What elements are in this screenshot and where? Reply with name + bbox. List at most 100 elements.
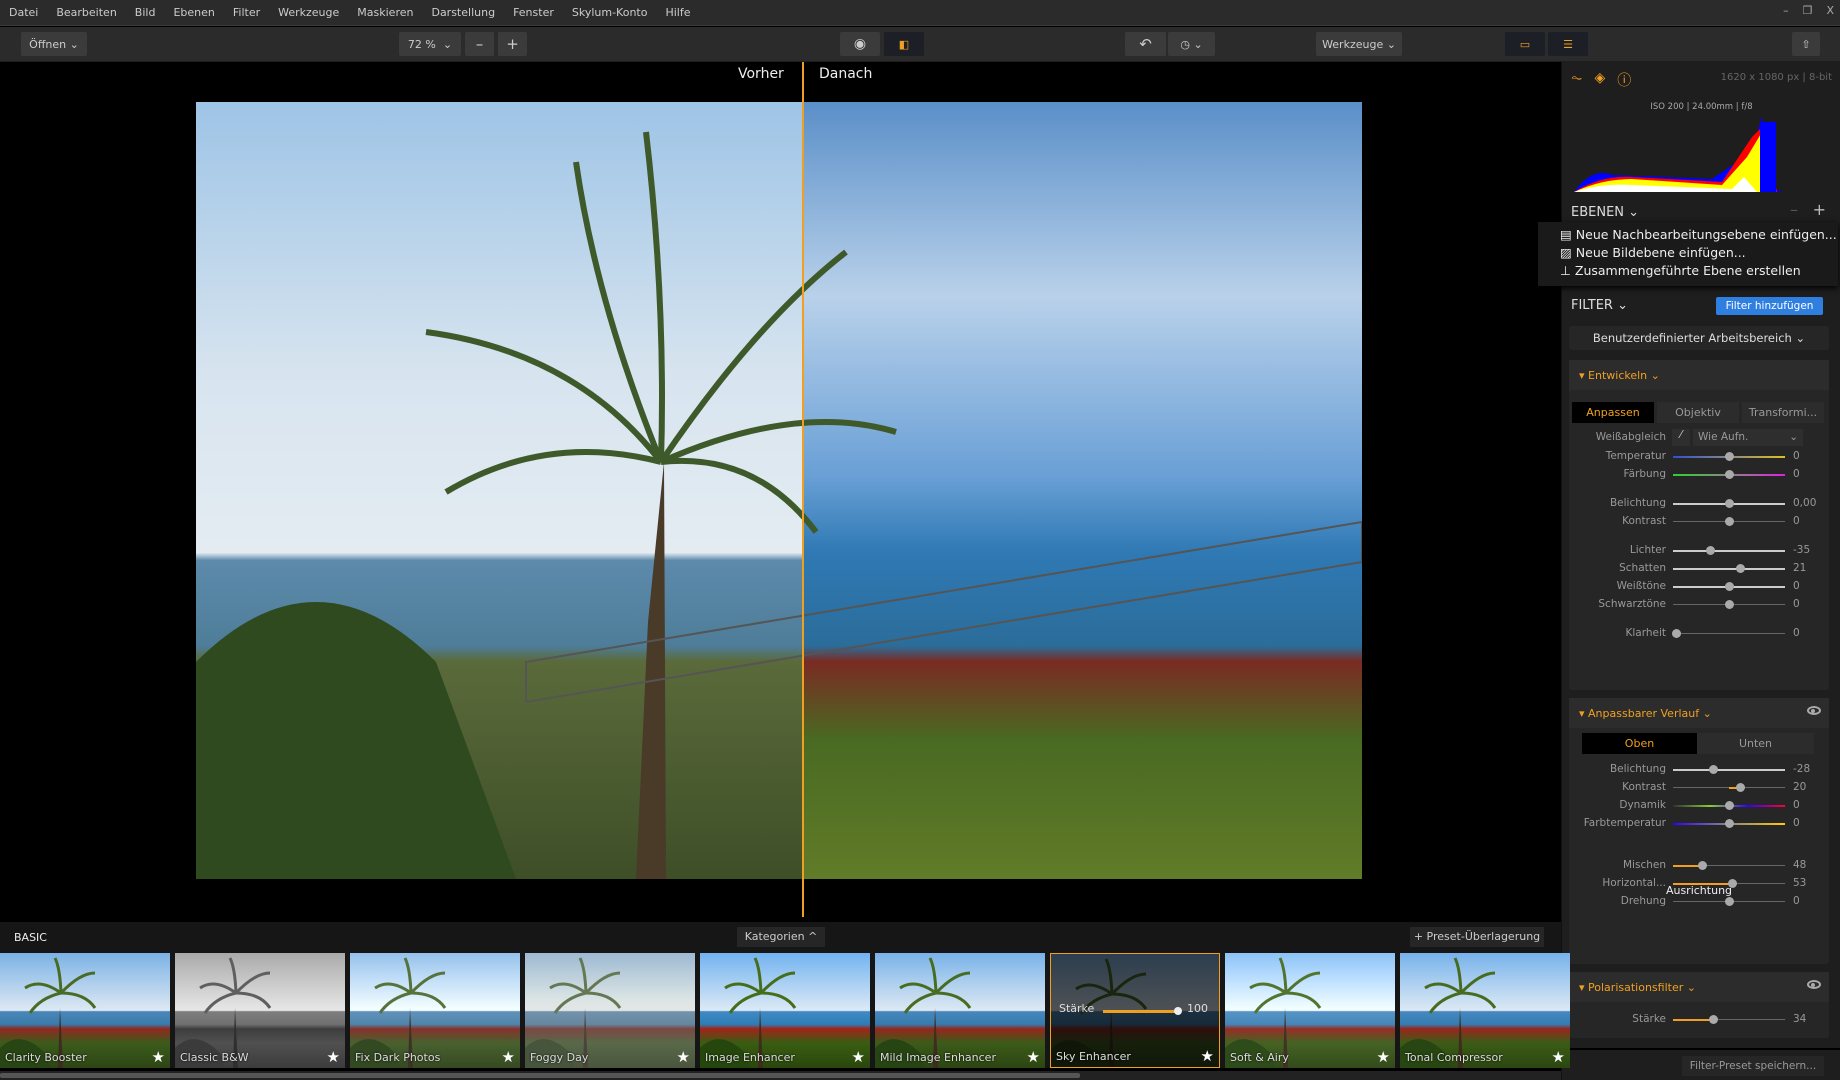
categories-button[interactable]: Kategorien ^ bbox=[737, 927, 825, 947]
preset-overlay-button[interactable]: + Preset-Überlagerung bbox=[1410, 927, 1544, 947]
preset-thumbnail[interactable]: Clarity Booster ★ bbox=[0, 953, 170, 1068]
tab-top[interactable]: Oben bbox=[1582, 733, 1697, 754]
export-button[interactable]: ⇧ bbox=[1792, 32, 1820, 56]
slider-handle[interactable] bbox=[1705, 546, 1715, 555]
menu-skylumkonto[interactable]: Skylum-Konto bbox=[563, 6, 657, 19]
favorite-star-icon[interactable]: ★ bbox=[502, 1048, 515, 1066]
slider-handle[interactable] bbox=[1725, 801, 1734, 810]
histogram-icon[interactable]: ⏦ bbox=[1571, 70, 1582, 90]
menu-item-new-adjustment-layer[interactable]: ▤ Neue Nachbearbeitungsebene einfügen... bbox=[1538, 222, 1838, 242]
slider-handle[interactable] bbox=[1725, 582, 1734, 591]
tab-lens[interactable]: Objektiv bbox=[1657, 402, 1739, 423]
menu-maskieren[interactable]: Maskieren bbox=[348, 6, 422, 19]
save-filter-preset-button[interactable]: Filter-Preset speichern... bbox=[1682, 1056, 1824, 1076]
close-button[interactable]: X bbox=[1826, 4, 1834, 17]
slider-handle[interactable] bbox=[1725, 819, 1734, 828]
favorite-star-icon[interactable]: ★ bbox=[1377, 1048, 1390, 1066]
presets-scrollbar[interactable] bbox=[0, 1071, 1561, 1080]
tab-transform[interactable]: Transformi... bbox=[1742, 402, 1824, 423]
favorite-star-icon[interactable]: ★ bbox=[1027, 1048, 1040, 1066]
favorite-star-icon[interactable]: ★ bbox=[327, 1048, 340, 1066]
slider-track[interactable] bbox=[1673, 550, 1785, 552]
preset-thumbnail[interactable]: Image Enhancer ★ bbox=[700, 953, 870, 1068]
presets-panel-button[interactable]: ▭ bbox=[1505, 32, 1545, 56]
add-layer-button[interactable]: + bbox=[1813, 200, 1826, 219]
undo-button[interactable]: ↶ bbox=[1125, 32, 1166, 56]
strength-slider[interactable] bbox=[1103, 1010, 1177, 1013]
slider-handle[interactable] bbox=[1709, 1015, 1719, 1024]
workspace-dropdown[interactable]: Benutzerdefinierter Arbeitsbereich ⌄ bbox=[1569, 326, 1829, 350]
favorite-star-icon[interactable]: ★ bbox=[677, 1048, 690, 1066]
slider-handle[interactable] bbox=[1725, 897, 1734, 906]
preset-thumbnail[interactable]: Fix Dark Photos ★ bbox=[350, 953, 520, 1068]
favorite-star-icon[interactable]: ★ bbox=[1552, 1048, 1565, 1066]
slider-handle[interactable] bbox=[1736, 783, 1746, 792]
preset-thumbnail[interactable]: Classic B&W ★ bbox=[175, 953, 345, 1068]
menu-fenster[interactable]: Fenster bbox=[504, 6, 563, 19]
favorite-star-icon[interactable]: ★ bbox=[1201, 1047, 1214, 1065]
layers-header[interactable]: EBENEN ⌄ bbox=[1571, 205, 1639, 220]
preset-thumbnail[interactable]: Soft & Airy ★ bbox=[1225, 953, 1395, 1068]
slider-handle[interactable] bbox=[1728, 879, 1738, 888]
menu-item-new-image-layer[interactable]: ▨ Neue Bildebene einfügen... bbox=[1538, 242, 1838, 260]
slider-track[interactable] bbox=[1673, 568, 1785, 570]
slider-handle[interactable] bbox=[1725, 452, 1734, 461]
tab-adjust[interactable]: Anpassen bbox=[1572, 402, 1654, 423]
tab-bottom[interactable]: Unten bbox=[1697, 733, 1814, 754]
layers-icon[interactable]: ◈ bbox=[1594, 70, 1605, 90]
slider-handle[interactable] bbox=[1709, 765, 1719, 774]
strength-handle[interactable] bbox=[1174, 1007, 1182, 1015]
preset-thumbnail[interactable]: Tonal Compressor ★ bbox=[1400, 953, 1570, 1068]
zoom-out-button[interactable]: – bbox=[465, 32, 494, 56]
slider-handle[interactable] bbox=[1725, 499, 1734, 508]
gradient-header[interactable]: ▾ Anpassbarer Verlauf ⌄ bbox=[1569, 698, 1829, 728]
edit-panel-button[interactable]: ☰ bbox=[1548, 32, 1588, 56]
before-after-divider[interactable] bbox=[802, 62, 804, 917]
slider-handle[interactable] bbox=[1725, 600, 1734, 609]
slider-track[interactable] bbox=[1673, 633, 1785, 634]
slider-value: 0,00 bbox=[1793, 497, 1817, 509]
menu-hilfe[interactable]: Hilfe bbox=[656, 6, 699, 19]
remove-layer-button[interactable]: – bbox=[1790, 200, 1798, 219]
menu-bearbeiten[interactable]: Bearbeiten bbox=[47, 6, 125, 19]
eye-icon[interactable] bbox=[1807, 980, 1821, 989]
restore-button[interactable]: ❐ bbox=[1803, 4, 1813, 17]
polarizer-header[interactable]: ▾ Polarisationsfilter ⌄ bbox=[1569, 972, 1829, 1002]
info-icon[interactable]: ⓘ bbox=[1617, 70, 1631, 90]
open-button[interactable]: Öffnen ⌄ bbox=[21, 32, 87, 56]
before-after-button[interactable]: ◧ bbox=[884, 32, 924, 56]
menu-bild[interactable]: Bild bbox=[126, 6, 165, 19]
minimize-button[interactable]: – bbox=[1783, 4, 1789, 17]
preset-thumbnail[interactable]: Mild Image Enhancer ★ bbox=[875, 953, 1045, 1068]
eye-icon[interactable] bbox=[1807, 706, 1821, 715]
slider-handle[interactable] bbox=[1725, 517, 1734, 526]
menu-ebenen[interactable]: Ebenen bbox=[164, 6, 223, 19]
preset-thumbnail[interactable]: Sky Enhancer ★ Stärke 100 bbox=[1050, 953, 1220, 1068]
filter-header[interactable]: FILTER ⌄ bbox=[1571, 298, 1628, 313]
menu-datei[interactable]: Datei bbox=[0, 6, 47, 19]
slider-handle[interactable] bbox=[1672, 629, 1682, 638]
slider-fill bbox=[1673, 1019, 1714, 1021]
preset-thumbnail[interactable]: Foggy Day ★ bbox=[525, 953, 695, 1068]
slider-handle[interactable] bbox=[1736, 564, 1746, 573]
slider-handle[interactable] bbox=[1698, 861, 1708, 870]
slider-track[interactable] bbox=[1673, 769, 1785, 771]
preset-name: Mild Image Enhancer bbox=[880, 1051, 996, 1064]
eyedropper-icon[interactable]: ⁄ bbox=[1672, 429, 1690, 446]
menu-item-stamped-layer[interactable]: ⊥ Zusammengeführte Ebene erstellen bbox=[1538, 260, 1838, 278]
add-filter-button[interactable]: Filter hinzufügen bbox=[1716, 297, 1823, 315]
history-button[interactable]: ◷ ⌄ bbox=[1168, 32, 1215, 56]
zoom-in-button[interactable]: + bbox=[498, 32, 527, 56]
favorite-star-icon[interactable]: ★ bbox=[152, 1048, 165, 1066]
tools-dropdown[interactable]: Werkzeuge ⌄ bbox=[1316, 32, 1402, 56]
menu-darstellung[interactable]: Darstellung bbox=[422, 6, 504, 19]
slider-handle[interactable] bbox=[1725, 470, 1734, 479]
menu-item-label: Neue Bildebene einfügen... bbox=[1575, 245, 1746, 260]
menu-filter[interactable]: Filter bbox=[224, 6, 269, 19]
preview-eye-button[interactable]: ◉ bbox=[840, 32, 880, 56]
white-balance-select[interactable]: Wie Aufn. ⌄ bbox=[1693, 429, 1803, 446]
develop-header[interactable]: ▾ Entwickeln ⌄ bbox=[1569, 360, 1829, 390]
zoom-select[interactable]: 72 % ⌄ bbox=[399, 32, 461, 56]
menu-werkzeuge[interactable]: Werkzeuge bbox=[269, 6, 348, 19]
favorite-star-icon[interactable]: ★ bbox=[852, 1048, 865, 1066]
